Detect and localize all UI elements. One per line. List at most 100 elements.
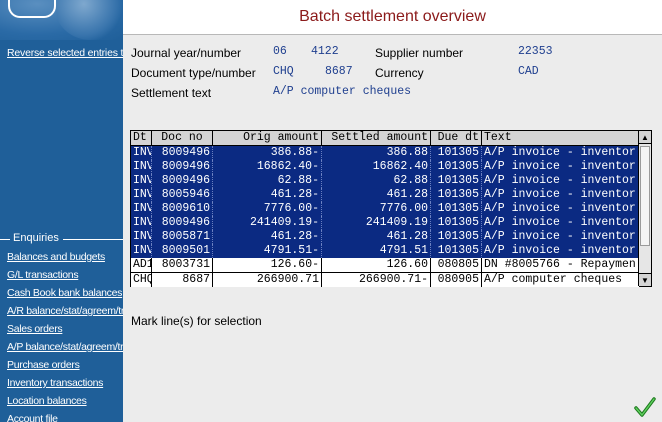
cell-doc-no: 8005946 xyxy=(152,188,213,202)
table-row[interactable]: INV 8009610 7776.00- 7776.00 101305 A/P invoi… xyxy=(131,202,639,216)
selection-hint: Mark line(s) for selection xyxy=(131,314,262,328)
settlement-grid[interactable]: Dt Doc no Orig amount Settled amount Due… xyxy=(130,130,652,287)
company-logo xyxy=(0,0,123,40)
cell-orig-amount: 461.28- xyxy=(213,230,322,244)
col-due-dt[interactable]: Due dt xyxy=(431,131,482,145)
cell-text: A/P invoice - inventor xyxy=(484,160,636,173)
sidebar: Reverse selected entries to c Enquiries … xyxy=(0,0,123,422)
cell-dt: INV xyxy=(133,188,152,202)
cell-due-dt: 101305 xyxy=(431,160,482,174)
cell-due-dt: 080805 xyxy=(431,258,482,272)
cell-dt: AD1 xyxy=(133,258,152,272)
cell-settled-amount: 7776.00 xyxy=(322,202,431,216)
grid-header: Dt Doc no Orig amount Settled amount Due… xyxy=(131,131,639,146)
table-row[interactable]: INV 8009496 16862.40- 16862.40 101305 A/P inv… xyxy=(131,160,639,174)
table-row[interactable]: INV 8009496 241409.19- 241409.19 101305 A/P i… xyxy=(131,216,639,230)
supplier-label: Supplier number xyxy=(375,46,464,60)
cell-dt: INV xyxy=(133,146,152,160)
cell-text: A/P invoice - inventor xyxy=(484,230,636,243)
cell-doc-no: 8009610 xyxy=(152,202,213,216)
cell-orig-amount: 4791.51- xyxy=(213,244,322,258)
settlement-text-value: A/P computer cheques xyxy=(273,85,412,98)
doc-type-value: CHQ xyxy=(273,65,294,78)
cell-dt: CHQ xyxy=(133,273,152,287)
supplier-number-value: 22353 xyxy=(518,45,553,58)
cell-doc-no: 8009501 xyxy=(152,244,213,258)
currency-label: Currency xyxy=(375,66,424,80)
currency-value: CAD xyxy=(518,65,539,78)
grid-scrollbar[interactable]: ▲ ▼ xyxy=(638,131,651,286)
cell-dt: INV xyxy=(133,174,152,188)
enquiries-heading: Enquiries xyxy=(0,231,123,247)
cell-doc-no: 8009496 xyxy=(152,146,213,160)
cell-doc-no: 8005871 xyxy=(152,230,213,244)
cell-settled-amount: 266900.71- xyxy=(322,273,431,287)
cell-due-dt: 080905 xyxy=(431,273,482,287)
table-row[interactable]: INV 8009501 4791.51- 4791.51 101305 A/P invoi… xyxy=(131,244,639,258)
scroll-up-icon[interactable]: ▲ xyxy=(639,131,651,144)
cell-orig-amount: 62.88- xyxy=(213,174,322,188)
main-panel: Batch settlement overview Journal year/n… xyxy=(123,0,662,422)
ok-checkmark-icon[interactable] xyxy=(634,396,656,418)
table-row[interactable]: INV 8005946 461.28- 461.28 101305 A/P invoice… xyxy=(131,188,639,202)
cell-due-dt: 101305 xyxy=(431,230,482,244)
journal-number-value: 4122 xyxy=(311,45,339,58)
col-text[interactable]: Text xyxy=(482,131,639,145)
enquiry-sales-orders[interactable]: Sales orders xyxy=(7,320,123,338)
table-row[interactable]: INV 8005871 461.28- 461.28 101305 A/P invoice… xyxy=(131,230,639,244)
cell-text: DN #8005766 - Repaymen xyxy=(484,258,636,271)
enquiry-cash-book[interactable]: Cash Book bank balances xyxy=(7,284,123,302)
cell-due-dt: 101305 xyxy=(431,188,482,202)
reverse-entries-link[interactable]: Reverse selected entries to c xyxy=(7,47,123,59)
cell-settled-amount: 461.28 xyxy=(322,188,431,202)
enquiry-purchase-orders[interactable]: Purchase orders xyxy=(7,356,123,374)
cell-settled-amount: 126.60 xyxy=(322,258,431,272)
page-title: Batch settlement overview xyxy=(299,8,486,25)
doctype-label: Document type/number xyxy=(131,66,256,80)
cell-text: A/P invoice - inventor xyxy=(484,146,636,159)
table-row[interactable]: INV 8009496 62.88- 62.88 101305 A/P invoice -… xyxy=(131,174,639,188)
cell-settled-amount: 4791.51 xyxy=(322,244,431,258)
total-row[interactable]: CHQ 8687 266900.71 266900.71- 080905 A/P comp… xyxy=(131,272,639,287)
cell-due-dt: 101305 xyxy=(431,174,482,188)
enquiry-ap-balance[interactable]: A/P balance/stat/agreem/tran xyxy=(7,338,123,356)
cell-dt: INV xyxy=(133,216,152,230)
col-settled-amount[interactable]: Settled amount xyxy=(322,131,431,145)
settlement-text-label: Settlement text xyxy=(131,86,212,100)
cell-doc-no: 8687 xyxy=(152,273,213,287)
cell-text: A/P computer cheques xyxy=(484,273,623,286)
col-dt[interactable]: Dt xyxy=(131,131,152,145)
cell-settled-amount: 241409.19 xyxy=(322,216,431,230)
cell-settled-amount: 62.88 xyxy=(322,174,431,188)
doc-number-value: 8687 xyxy=(325,65,353,78)
cell-text: A/P invoice - inventor xyxy=(484,188,636,201)
cell-orig-amount: 7776.00- xyxy=(213,202,322,216)
enquiry-gl-transactions[interactable]: G/L transactions xyxy=(7,266,123,284)
cell-doc-no: 8009496 xyxy=(152,216,213,230)
enquiries-list: Balances and budgets G/L transactions Ca… xyxy=(7,248,123,422)
total-row[interactable]: AD1 8003731 126.60- 126.60 080805 DN #8005766… xyxy=(131,258,639,272)
enquiry-inventory-transactions[interactable]: Inventory transactions xyxy=(7,374,123,392)
title-bar: Batch settlement overview xyxy=(123,0,662,35)
cell-orig-amount: 386.88- xyxy=(213,146,322,160)
cell-text: A/P invoice - inventor xyxy=(484,202,636,215)
table-row[interactable]: INV 8009496 386.88- 386.88 101305 A/P invoice… xyxy=(131,146,639,160)
cell-dt: INV xyxy=(133,202,152,216)
enquiry-account-file[interactable]: Account file xyxy=(7,410,123,422)
col-doc-no[interactable]: Doc no xyxy=(152,131,213,145)
cell-due-dt: 101305 xyxy=(431,216,482,230)
col-orig-amount[interactable]: Orig amount xyxy=(213,131,322,145)
enquiry-location-balances[interactable]: Location balances xyxy=(7,392,123,410)
cell-text: A/P invoice - inventor xyxy=(484,174,636,187)
cell-settled-amount: 16862.40 xyxy=(322,160,431,174)
journal-year-value: 06 xyxy=(273,45,287,58)
cell-orig-amount: 266900.71 xyxy=(213,273,322,287)
scroll-thumb[interactable] xyxy=(640,146,650,246)
cell-due-dt: 101305 xyxy=(431,202,482,216)
cell-settled-amount: 461.28 xyxy=(322,230,431,244)
cell-due-dt: 101305 xyxy=(431,146,482,160)
scroll-down-icon[interactable]: ▼ xyxy=(639,273,651,286)
cell-settled-amount: 386.88 xyxy=(322,146,431,160)
enquiry-ar-balance[interactable]: A/R balance/stat/agreem/tran xyxy=(7,302,123,320)
enquiry-balances-budgets[interactable]: Balances and budgets xyxy=(7,248,123,266)
